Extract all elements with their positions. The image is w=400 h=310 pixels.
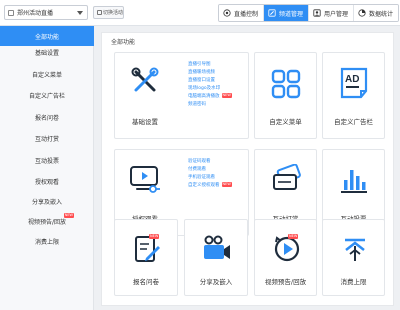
new-badge: NEW — [63, 213, 74, 218]
sidebar-item-label: 授权观看 — [34, 178, 59, 186]
card-custom-menu[interactable]: 自定义菜单 — [254, 52, 317, 139]
card-signup[interactable]: NEW 报名问卷 — [114, 219, 178, 296]
sidebar-item-share[interactable]: 分享及嵌入 — [0, 191, 94, 211]
card-label: 视频预告/回放 — [264, 278, 307, 286]
sidebar-item-label: 全部功能 — [34, 33, 59, 41]
chevron-down-icon — [77, 11, 83, 15]
link-custom-auth[interactable]: 自定义授权观看 NEW — [188, 182, 232, 190]
switch-icon — [97, 10, 102, 15]
svg-text:AD: AD — [345, 74, 359, 85]
sidebar: 全部功能 基础设置 自定义菜单 自定义广告栏 报名问卷 互动打赏 互动投票 授权… — [0, 26, 94, 310]
sidebar-item-ad[interactable]: 自定义广告栏 — [0, 85, 94, 105]
main-nav-tabs: 直播控制 频道管理 用户管理 数据统计 — [218, 4, 400, 22]
sidebar-item-basic[interactable]: 基础设置 — [0, 42, 94, 62]
tab-data-stats[interactable]: 数据统计 — [354, 5, 399, 21]
event-select-value: 郑州活动直播 — [17, 10, 54, 17]
link-text: 电脑端高清播放 — [188, 94, 220, 99]
grid-icon — [271, 69, 301, 99]
link-paid-watch[interactable]: 付费观看 — [188, 166, 232, 174]
new-badge: NEW — [149, 234, 160, 239]
sidebar-item-label: 报名问卷 — [34, 114, 59, 122]
auth-icon — [130, 166, 160, 193]
ticket-icon — [273, 164, 301, 190]
card-label: 消费上限 — [340, 278, 367, 286]
tab-live-control[interactable]: 直播控制 — [219, 5, 265, 21]
link-code-watch[interactable]: 验证码观看 — [188, 158, 232, 166]
link-warmup-video[interactable]: 直播暖场视频 — [188, 69, 232, 77]
new-badge: NEW — [221, 182, 232, 187]
sidebar-item-label: 自定义广告栏 — [28, 92, 65, 100]
tab-channel-manage[interactable]: 频道管理 — [264, 5, 310, 21]
sidebar-item-menu[interactable]: 自定义菜单 — [0, 64, 94, 84]
card-share[interactable]: 分享及嵌入 — [184, 219, 248, 296]
sidebar-item-auth[interactable]: 授权观看 — [0, 171, 94, 191]
app-window: 郑州活动直播 切换活动 直播控制 频道管理 用户管理 数据统计 全部功能 基础设… — [0, 0, 400, 310]
sidebar-item-vote[interactable]: 互动投票 — [0, 150, 94, 170]
tab-label: 数据统计 — [369, 10, 394, 18]
top-bar: 郑州活动直播 切换活动 直播控制 频道管理 用户管理 数据统计 — [0, 0, 400, 26]
sidebar-item-preview[interactable]: 视频预告/回放 NEW — [0, 211, 94, 231]
link-hd-playback[interactable]: 电脑端高清播放 NEW — [188, 93, 232, 101]
bar-chart-icon — [341, 170, 367, 193]
broadcast-icon — [223, 9, 231, 17]
tab-user-manage[interactable]: 用户管理 — [309, 5, 355, 21]
edit-icon — [268, 9, 276, 17]
basic-settings-links: 直播引导图 直播暖场视频 直播窗口设置 现场logo及水印 电脑端高清播放 NEW… — [188, 61, 232, 109]
sidebar-item-label: 分享及嵌入 — [31, 198, 62, 206]
link-phone-verify[interactable]: 手机验证观看 — [188, 174, 232, 182]
switch-event-label: 切换活动 — [103, 10, 124, 16]
tab-label: 直播控制 — [234, 10, 259, 18]
user-icon — [313, 9, 321, 17]
card-custom-ad[interactable]: AD 自定义广告栏 — [322, 52, 385, 139]
sidebar-item-label: 互动投票 — [34, 157, 59, 165]
camera-icon — [204, 235, 230, 259]
link-channel-password[interactable]: 频道密码 — [188, 101, 232, 109]
tab-label: 用户管理 — [324, 10, 349, 18]
sidebar-item-label: 消费上限 — [34, 238, 59, 246]
sidebar-item-label: 基础设置 — [34, 49, 59, 57]
sidebar-item-limit[interactable]: 消费上限 — [0, 231, 94, 251]
sidebar-item-signup[interactable]: 报名问卷 — [0, 107, 94, 127]
card-label: 报名问卷 — [133, 278, 159, 286]
sidebar-item-label: 互动打赏 — [34, 135, 59, 143]
limit-icon — [345, 238, 365, 261]
link-logo-watermark[interactable]: 现场logo及水印 — [188, 85, 232, 93]
card-label: 分享及嵌入 — [199, 278, 233, 286]
card-label: 基础设置 — [132, 118, 158, 126]
link-window-settings[interactable]: 直播窗口设置 — [188, 77, 232, 85]
card-label: 自定义菜单 — [269, 118, 302, 126]
event-icon — [8, 10, 14, 16]
link-guide-image[interactable]: 直播引导图 — [188, 61, 232, 69]
ad-icon: AD — [340, 67, 368, 99]
sidebar-item-label: 自定义菜单 — [31, 71, 62, 79]
switch-event-button[interactable]: 切换活动 — [93, 6, 124, 19]
tools-icon — [131, 67, 159, 92]
all-features-panel: 全部功能 基础设置 直播引导图 直播暖场视频 直播窗口设置 现场logo及水印 … — [101, 32, 394, 306]
panel-title: 全部功能 — [111, 39, 136, 46]
new-badge: NEW — [221, 93, 232, 98]
card-basic-settings[interactable]: 基础设置 直播引导图 直播暖场视频 直播窗口设置 现场logo及水印 电脑端高清… — [114, 52, 249, 139]
card-label: 自定义广告栏 — [334, 118, 373, 126]
tab-label: 频道管理 — [279, 10, 304, 18]
new-badge: NEW — [288, 234, 299, 239]
card-preview-replay[interactable]: NEW 视频预告/回放 — [254, 219, 317, 296]
link-text: 自定义授权观看 — [188, 183, 220, 188]
event-select[interactable]: 郑州活动直播 — [4, 5, 88, 20]
stats-icon — [358, 9, 366, 17]
auth-watch-links: 验证码观看 付费观看 手机验证观看 自定义授权观看 NEW — [188, 158, 232, 190]
sidebar-item-reward[interactable]: 互动打赏 — [0, 128, 94, 148]
sidebar-item-label: 视频预告/回放 — [27, 218, 67, 226]
card-spend-limit[interactable]: 消费上限 — [322, 219, 385, 296]
